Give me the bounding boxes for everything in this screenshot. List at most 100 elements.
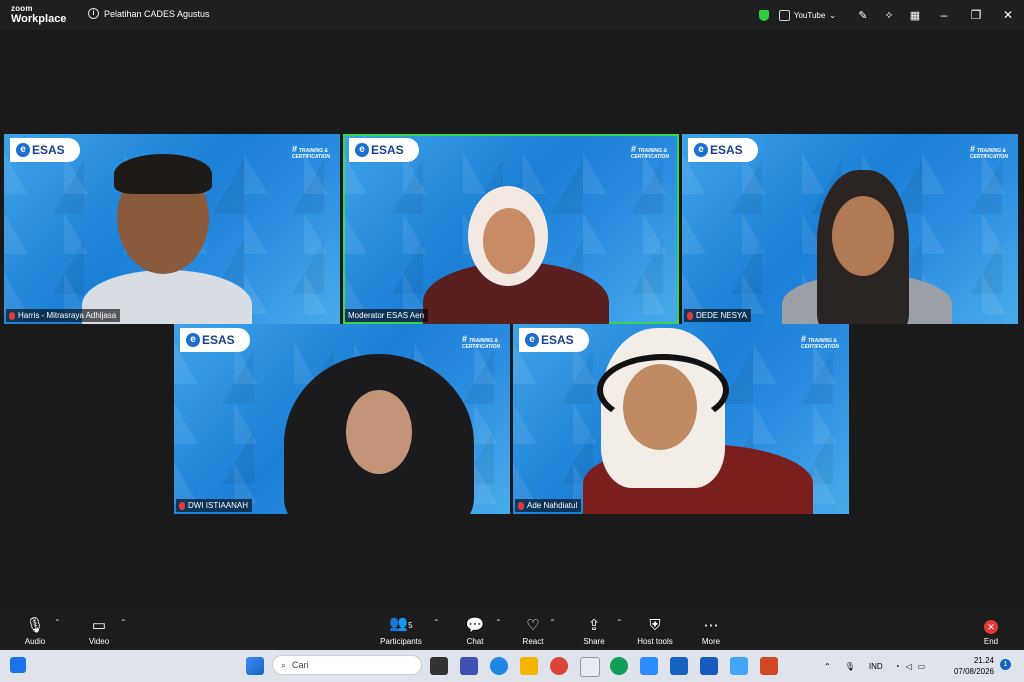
meeting-title: Pelatihan CADES Agustus xyxy=(104,8,210,19)
battery-icon[interactable]: ▭ xyxy=(918,662,926,671)
meeting-info[interactable]: i Pelatihan CADES Agustus xyxy=(88,8,210,19)
mic-muted-icon xyxy=(518,501,524,510)
video-options-caret[interactable]: ⌃ xyxy=(120,618,127,627)
audio-label: Audio xyxy=(24,637,46,646)
esas-logo: e ESAS xyxy=(10,138,80,162)
chrome-profile-icon[interactable] xyxy=(610,657,628,675)
share-options-caret[interactable]: ⌃ xyxy=(616,618,623,627)
video-tile[interactable]: e ESAS # TRAINING & CERTIFICATION DEDE NESY… xyxy=(682,134,1018,324)
video-tile[interactable]: e ESAS # TRAINING & CERTIFICATION Harris - … xyxy=(4,134,340,324)
chat-button[interactable]: 💬 Chat xyxy=(462,608,488,650)
audio-options-caret[interactable]: ⌃ xyxy=(54,618,61,627)
share-button[interactable]: ⇪ Share xyxy=(581,608,607,650)
close-button[interactable]: ✕ xyxy=(992,8,1024,22)
training-certification-label: # TRAINING & CERTIFICATION xyxy=(969,144,1008,161)
youtube-dropdown[interactable]: YouTube ⌄ xyxy=(778,9,836,21)
end-button[interactable]: ✕ End xyxy=(980,608,1002,650)
more-button[interactable]: ⋯ More xyxy=(698,608,724,650)
pen-icon[interactable]: ✎ xyxy=(850,9,876,22)
brand-zoom: zoom xyxy=(11,4,33,13)
close-icon: ✕ xyxy=(984,620,998,634)
host-tools-label: Host tools xyxy=(637,637,673,646)
participants-label: Participants xyxy=(380,637,422,646)
mic-muted-icon xyxy=(179,501,185,510)
video-label: Video xyxy=(88,637,110,646)
zoom-taskbar-icon[interactable] xyxy=(640,657,658,675)
share-screen-icon: ⇪ xyxy=(587,617,601,634)
sparkle-icon[interactable]: ✧ xyxy=(876,9,902,22)
training-certification-label: # TRAINING & CERTIFICATION xyxy=(630,144,669,161)
chrome-icon[interactable] xyxy=(550,657,568,675)
restore-button[interactable]: ❐ xyxy=(960,8,992,22)
start-icon[interactable] xyxy=(246,657,264,675)
media-player-icon[interactable] xyxy=(670,657,688,675)
host-tools-button[interactable]: ⛨ Host tools xyxy=(634,608,676,650)
edge-icon[interactable] xyxy=(490,657,508,675)
chat-options-caret[interactable]: ⌃ xyxy=(495,618,502,627)
training-certification-label: # TRAINING & CERTIFICATION xyxy=(800,334,839,351)
chat-label: Chat xyxy=(466,637,484,646)
system-tray: ⌃ 🎙 IND ◔ ◁ ▭ xyxy=(824,650,925,682)
share-label: Share xyxy=(583,637,605,646)
notification-badge[interactable]: 1 xyxy=(1000,659,1011,670)
chevron-down-icon: ⌄ xyxy=(829,10,836,20)
chat-icon: 💬 xyxy=(465,617,485,634)
search-placeholder: Cari xyxy=(292,660,309,670)
video-tile[interactable]: e ESAS # TRAINING & CERTIFICATION DWI ISTIA… xyxy=(174,324,510,514)
info-icon[interactable]: i xyxy=(88,8,99,19)
participant-name-tag: Harris - Mitrasraya Adhijasa xyxy=(6,309,121,322)
participant-name-tag: DEDE NESYA xyxy=(684,309,751,322)
grid-icon[interactable]: ▦ xyxy=(902,9,928,22)
video-tile-active-speaker[interactable]: e ESAS # TRAINING & CERTIFICATION Moderator… xyxy=(343,134,679,324)
word-icon[interactable] xyxy=(700,657,718,675)
react-label: React xyxy=(522,637,544,646)
volume-icon[interactable]: ◁ xyxy=(905,662,911,671)
file-explorer-icon[interactable] xyxy=(520,657,538,675)
wifi-icon[interactable]: ◔ xyxy=(895,662,900,671)
esas-logo: e ESAS xyxy=(349,138,419,162)
meeting-toolbar: 🎙 Audio ⌃ ▭ Video ⌃ 👥5 Participants ⌃ 💬 … xyxy=(0,608,1024,650)
snipping-tool-icon[interactable] xyxy=(580,657,600,677)
brand-workplace: Workplace xyxy=(11,13,67,25)
participants-options-caret[interactable]: ⌃ xyxy=(433,618,440,627)
esas-logo: e ESAS xyxy=(180,328,250,352)
video-tile[interactable]: e ESAS # TRAINING & CERTIFICATION Ade Nahdi… xyxy=(513,324,849,514)
microphone-icon[interactable]: 🎙 xyxy=(845,662,855,671)
heart-icon: ♡ xyxy=(526,617,540,634)
participant-name-tag: Ade Nahdiatul xyxy=(515,499,582,512)
react-options-caret[interactable]: ⌃ xyxy=(549,618,556,627)
audio-button[interactable]: 🎙 Audio xyxy=(22,608,48,650)
mic-muted-icon xyxy=(9,311,15,320)
chevron-up-icon[interactable]: ⌃ xyxy=(824,662,831,671)
powerpoint-icon[interactable] xyxy=(760,657,778,675)
microphone-icon: 🎙 xyxy=(25,617,45,634)
participant-name-tag: Moderator ESAS Aen xyxy=(345,309,429,322)
shield-icon[interactable] xyxy=(758,9,769,21)
title-bar: zoom Workplace i Pelatihan CADES Agustus… xyxy=(0,0,1024,30)
mic-muted-icon xyxy=(687,311,693,320)
participant-name: Ade Nahdiatul xyxy=(527,501,578,510)
language-indicator[interactable]: IND xyxy=(869,662,883,671)
minimize-button[interactable]: – xyxy=(928,8,960,22)
youtube-icon xyxy=(778,9,790,21)
photos-icon[interactable] xyxy=(730,657,748,675)
participant-name: Harris - Mitrasraya Adhijasa xyxy=(18,311,117,320)
search-icon: ⌕ xyxy=(281,659,287,670)
time: 21.24 xyxy=(973,656,994,665)
youtube-label: YouTube xyxy=(793,10,826,20)
taskbar-search[interactable]: ⌕ Cari xyxy=(272,655,422,675)
esas-logo: e ESAS xyxy=(688,138,758,162)
shield-icon: ⛨ xyxy=(649,617,661,634)
task-view-icon[interactable] xyxy=(430,657,448,675)
taskbar-clock[interactable]: 21.24 07/08/2026 xyxy=(948,655,994,677)
camera-icon: ▭ xyxy=(91,617,107,634)
store-icon[interactable] xyxy=(460,657,478,675)
more-label: More xyxy=(701,637,721,646)
participants-button[interactable]: 👥5 Participants xyxy=(376,608,426,650)
video-button[interactable]: ▭ Video xyxy=(86,608,112,650)
widgets-icon[interactable] xyxy=(10,657,26,673)
end-label: End xyxy=(983,637,999,646)
react-button[interactable]: ♡ React xyxy=(520,608,546,650)
date: 07/08/2026 xyxy=(953,667,994,676)
title-bar-right: YouTube ⌄ ✎ ✧ ▦ – ❐ ✕ xyxy=(758,0,1024,30)
